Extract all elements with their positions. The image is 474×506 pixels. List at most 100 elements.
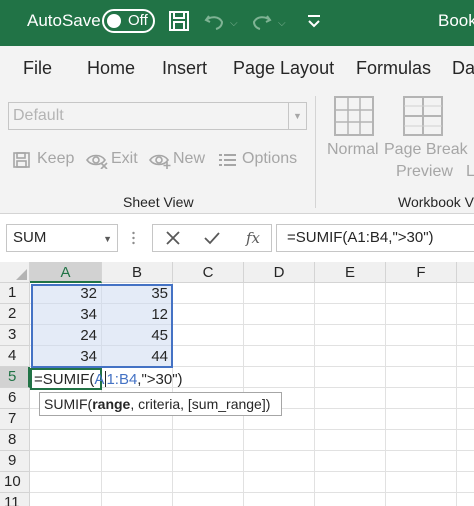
- drag-handle-icon[interactable]: [132, 230, 135, 246]
- keep-label: Keep: [37, 150, 75, 167]
- insert-function-button[interactable]: fx: [239, 228, 267, 248]
- group-divider: [315, 96, 316, 208]
- select-all-button[interactable]: [0, 262, 30, 283]
- edit-range-ref-a: A: [94, 371, 105, 388]
- grid-line: [314, 283, 315, 506]
- autosave-state: Off: [128, 12, 148, 29]
- close-icon[interactable]: [159, 228, 187, 248]
- cell-b4[interactable]: 44: [102, 346, 173, 367]
- page-layout-view-label[interactable]: L: [466, 163, 474, 181]
- chevron-down-icon: ▼: [288, 103, 306, 129]
- name-box[interactable]: SUM ▼: [6, 224, 118, 252]
- ribbon-panel: Default ▼ Keep Exit New Options Sheet Vi…: [0, 90, 474, 214]
- toggle-knob: [107, 14, 121, 28]
- column-header-b[interactable]: B: [102, 262, 173, 283]
- options-button[interactable]: Options: [218, 149, 302, 171]
- column-header-d[interactable]: D: [244, 262, 315, 283]
- formula-text: =SUMIF(A1:B4,">30"): [287, 229, 434, 246]
- page-break-preview-label-line2: Preview: [396, 163, 453, 180]
- tooltip-current-argument[interactable]: range: [92, 396, 130, 412]
- column-header-a[interactable]: A: [30, 262, 102, 283]
- chevron-down-icon: ▼: [103, 234, 112, 244]
- keep-icon: [13, 152, 30, 168]
- column-header-e[interactable]: E: [315, 262, 386, 283]
- ribbon-tabs: File Home Insert Page Layout Formulas Da: [0, 46, 474, 90]
- column-header-g[interactable]: [457, 262, 474, 283]
- options-list-icon: [219, 154, 236, 166]
- options-label: Options: [242, 150, 298, 167]
- cell-a4[interactable]: 34: [30, 346, 102, 367]
- exit-button[interactable]: Exit: [86, 149, 138, 171]
- row-header-6[interactable]: 6: [0, 388, 30, 409]
- normal-view-label[interactable]: Normal: [327, 141, 379, 159]
- new-label: New: [173, 150, 206, 167]
- formula-buttons: fx: [152, 224, 272, 252]
- grid-line: [456, 283, 457, 506]
- grid-line: [30, 429, 474, 430]
- tab-insert[interactable]: Insert: [162, 58, 207, 79]
- checkmark-icon[interactable]: [198, 228, 226, 248]
- undo-dropdown-icon[interactable]: ⌵: [230, 18, 238, 29]
- row-header-3[interactable]: 3: [0, 325, 30, 346]
- cell-edit-text[interactable]: =SUMIF(A 1:B4,">30"): [34, 371, 183, 388]
- workbook-view-group-label: Workbook V: [398, 194, 474, 210]
- row-header-10[interactable]: 10: [0, 472, 30, 493]
- normal-view-icon[interactable]: [334, 96, 374, 141]
- tab-data[interactable]: Da: [452, 58, 474, 79]
- exit-label: Exit: [111, 150, 138, 167]
- tab-page-layout[interactable]: Page Layout: [233, 58, 334, 79]
- cell-b2[interactable]: 12: [102, 304, 173, 325]
- tooltip-function-name[interactable]: SUMIF(: [44, 396, 92, 412]
- edit-prefix: =SUMIF(: [34, 371, 95, 388]
- cell-b3[interactable]: 45: [102, 325, 173, 346]
- formula-bar: SUM ▼ fx =SUMIF(A1:B4,">30"): [0, 214, 474, 262]
- worksheet-grid[interactable]: A B C D E F 1 2 3 4 5 6 7 8 9 10 11 32 3…: [0, 262, 474, 506]
- row-header-7[interactable]: 7: [0, 409, 30, 430]
- function-tooltip[interactable]: SUMIF(range, criteria, [sum_range]): [39, 392, 282, 416]
- eye-new-icon: [149, 154, 171, 169]
- row-header-11[interactable]: 11: [0, 493, 30, 506]
- autosave-label: AutoSave: [27, 11, 101, 30]
- undo-icon[interactable]: [203, 10, 225, 37]
- edit-suffix: ,">30"): [137, 371, 183, 388]
- cell-a2[interactable]: 34: [30, 304, 102, 325]
- save-icon[interactable]: [168, 10, 190, 37]
- keep-button[interactable]: Keep: [12, 149, 74, 171]
- eye-exit-icon: [86, 154, 108, 169]
- workbook-title: Book: [438, 11, 474, 30]
- tooltip-remaining-arguments: , criteria, [sum_range]): [130, 396, 271, 412]
- tab-file[interactable]: File: [23, 58, 52, 79]
- cell-a3[interactable]: 24: [30, 325, 102, 346]
- column-header-f[interactable]: F: [386, 262, 457, 283]
- name-box-value: SUM: [13, 229, 47, 246]
- sheet-view-group-label: Sheet View: [123, 194, 194, 210]
- row-header-1[interactable]: 1: [0, 283, 30, 304]
- redo-dropdown-icon[interactable]: ⌵: [278, 18, 286, 29]
- column-header-c[interactable]: C: [173, 262, 244, 283]
- row-header-2[interactable]: 2: [0, 304, 30, 325]
- customize-toolbar-icon[interactable]: [306, 12, 322, 35]
- formula-input[interactable]: =SUMIF(A1:B4,">30"): [276, 224, 474, 252]
- page-break-preview-icon[interactable]: [403, 96, 443, 141]
- active-cell-a5[interactable]: =SUMIF(A 1:B4,">30"): [30, 368, 183, 390]
- row-header-8[interactable]: 8: [0, 430, 30, 451]
- redo-icon[interactable]: [251, 10, 273, 37]
- row-header-4[interactable]: 4: [0, 346, 30, 367]
- sheet-view-select[interactable]: Default ▼: [8, 102, 307, 130]
- tab-formulas[interactable]: Formulas: [356, 58, 431, 79]
- tab-home[interactable]: Home: [87, 58, 135, 79]
- cell-a1[interactable]: 32: [30, 283, 102, 304]
- row-header-9[interactable]: 9: [0, 451, 30, 472]
- new-button[interactable]: New: [149, 149, 207, 171]
- grid-line: [30, 471, 474, 472]
- grid-line: [30, 492, 474, 493]
- title-bar: AutoSave Off ⌵ ⌵ Book: [0, 0, 474, 46]
- autosave-toggle[interactable]: Off: [102, 9, 155, 33]
- grid-line: [30, 450, 474, 451]
- row-header-5[interactable]: 5: [0, 367, 30, 388]
- cell-b1[interactable]: 35: [102, 283, 173, 304]
- page-break-preview-label[interactable]: Page Break: [384, 141, 468, 159]
- grid-line: [385, 283, 386, 506]
- edit-range-ref-b: 1:B4: [106, 371, 138, 388]
- sheet-view-select-value: Default: [13, 107, 64, 124]
